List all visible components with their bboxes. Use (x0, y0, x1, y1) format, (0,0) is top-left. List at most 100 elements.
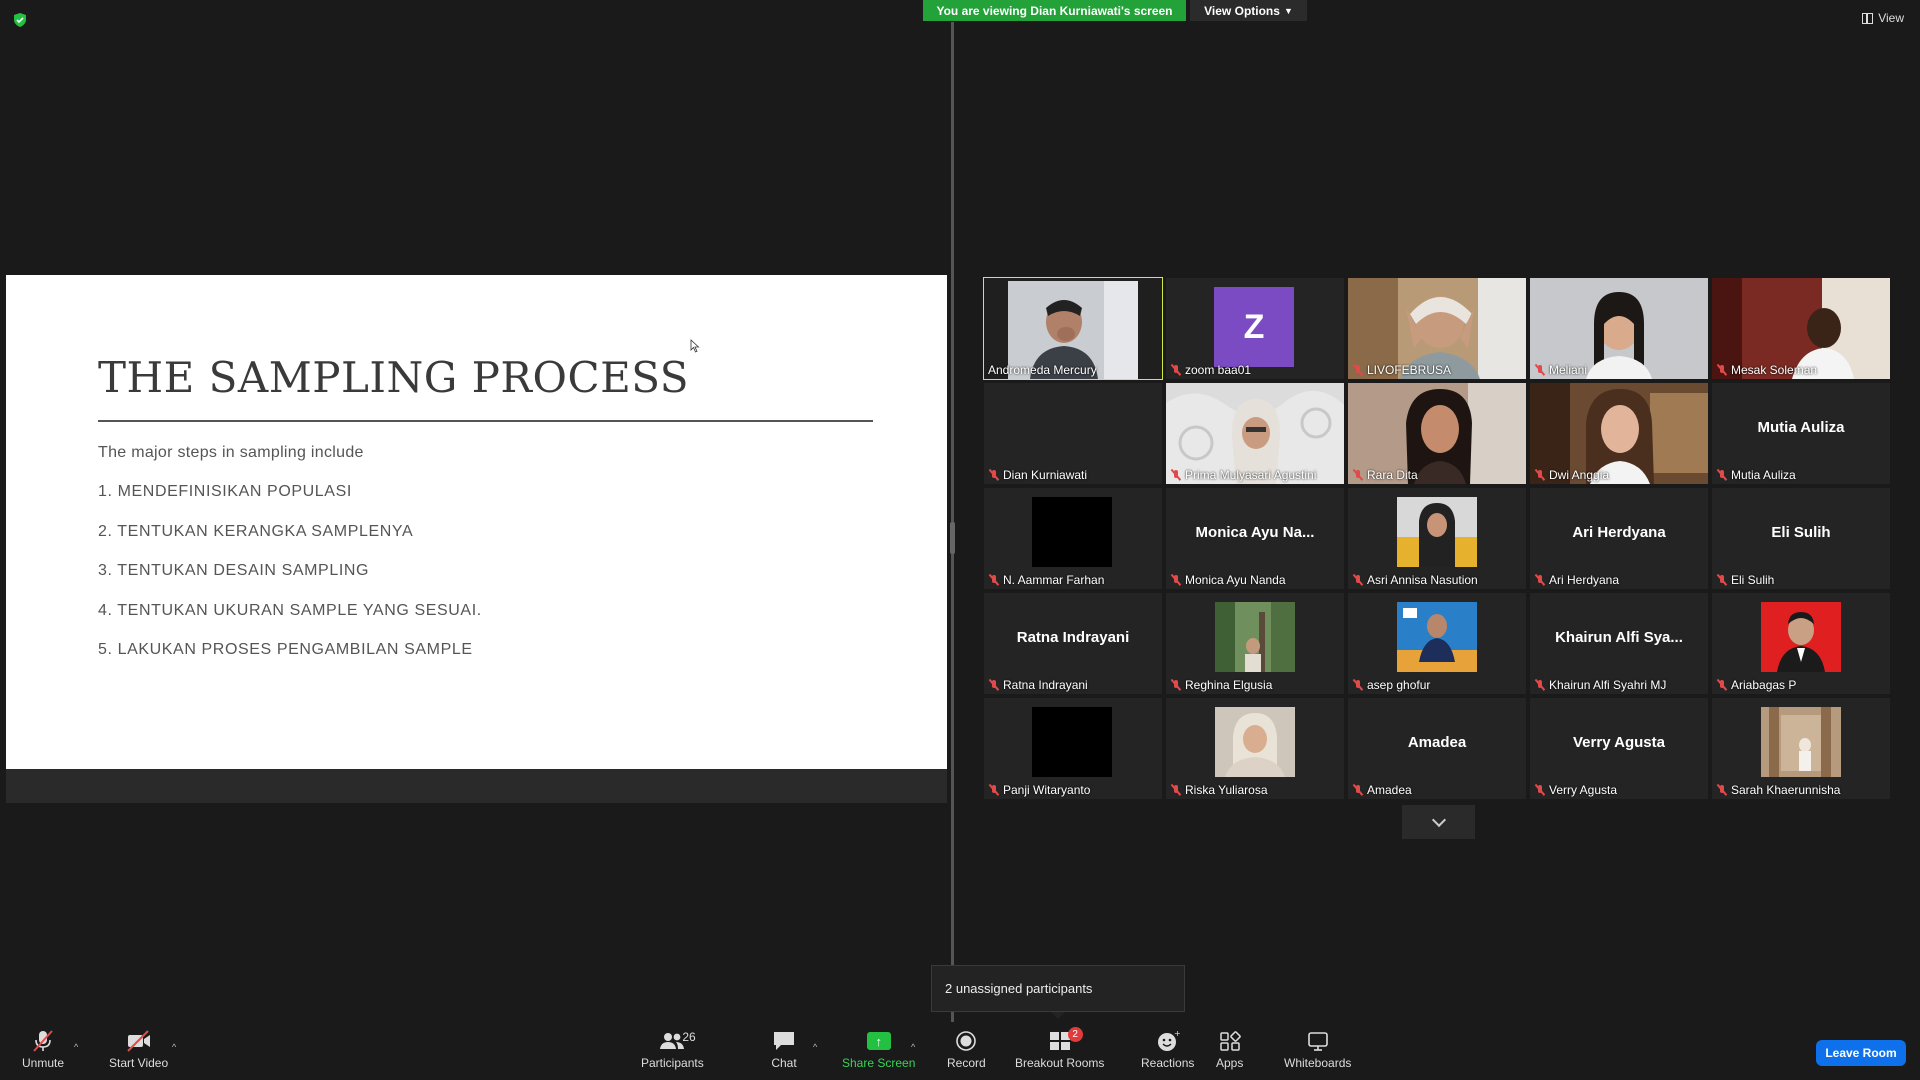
record-button[interactable]: Record (947, 1030, 986, 1070)
smiley-icon: + (1157, 1030, 1180, 1051)
participant-tile[interactable]: Meliani (1530, 278, 1708, 379)
participant-display-name: Mutia Auliza (1757, 419, 1845, 436)
participant-tile[interactable]: Dian Kurniawati (984, 383, 1162, 484)
participant-name: Eli Sulih (1731, 572, 1775, 587)
participant-tile[interactable]: Z zoom baa01 (1166, 278, 1344, 379)
mic-muted-icon (1534, 574, 1546, 586)
participant-name-label: Monica Ayu Nanda (1170, 572, 1286, 587)
participant-name-label: Amadea (1352, 782, 1412, 797)
participant-name-label: N. Aammar Farhan (988, 572, 1104, 587)
mic-muted-icon (1170, 469, 1182, 481)
breakout-rooms-label: Breakout Rooms (1015, 1056, 1105, 1070)
participant-tile[interactable]: Sarah Khaerunnisha (1712, 698, 1890, 799)
participant-gallery: Andromeda Mercury Z zoom baa01 LIVOFEBRU… (983, 277, 1892, 801)
participant-name-label: Reghina Elgusia (1170, 677, 1272, 692)
participants-button[interactable]: 26 Participants (641, 1030, 704, 1070)
participants-icon-wrap: 26 (652, 1030, 696, 1052)
view-options-label: View Options (1204, 3, 1280, 18)
participant-tile[interactable]: Rara Dita (1348, 383, 1526, 484)
participant-name-label: Rara Dita (1352, 467, 1418, 482)
participant-tile[interactable]: N. Aammar Farhan (984, 488, 1162, 589)
participant-tile[interactable]: Riska Yuliarosa (1166, 698, 1344, 799)
audio-options-caret[interactable]: ^ (74, 1042, 78, 1052)
participant-display-name: Amadea (1407, 734, 1467, 751)
participant-tile[interactable]: Monica Ayu Na... Monica Ayu Nanda (1166, 488, 1344, 589)
chat-options-caret[interactable]: ^ (813, 1042, 817, 1052)
participant-tile[interactable]: Ariabagas P (1712, 593, 1890, 694)
participant-tile[interactable]: LIVOFEBRUSA (1348, 278, 1526, 379)
participant-tile[interactable]: Mutia Auliza Mutia Auliza (1712, 383, 1890, 484)
participant-display-name: Verry Agusta (1573, 734, 1665, 751)
participant-tile[interactable]: Khairun Alfi Sya... Khairun Alfi Syahri … (1530, 593, 1708, 694)
unmute-button[interactable]: Unmute (22, 1030, 64, 1070)
participant-tile[interactable]: Prima Mulyasari Agustini (1166, 383, 1344, 484)
mic-muted-icon (1352, 469, 1364, 481)
slide-step: 4. TENTUKAN UKURAN SAMPLE YANG SESUAI. (98, 601, 482, 619)
participant-tile[interactable]: Ari Herdyana Ari Herdyana (1530, 488, 1708, 589)
participant-name: Ariabagas P (1731, 677, 1797, 692)
video-options-caret[interactable]: ^ (172, 1042, 176, 1052)
mic-muted-icon (1716, 784, 1728, 796)
share-arrow-icon: ↑ (866, 1032, 891, 1050)
mic-muted-icon (1352, 784, 1364, 796)
start-video-label: Start Video (109, 1056, 169, 1070)
participant-display-name: Ari Herdyana (1572, 524, 1666, 541)
start-video-button[interactable]: Start Video (109, 1030, 168, 1070)
participant-tile[interactable]: Asri Annisa Nasution (1348, 488, 1526, 589)
participant-name-label: Andromeda Mercury (988, 362, 1097, 377)
mic-muted-icon (1716, 364, 1728, 376)
participant-display-name: Monica Ayu Na... (1195, 524, 1315, 541)
participant-name: Andromeda Mercury (988, 362, 1097, 377)
mic-muted-icon (1534, 784, 1546, 796)
mic-muted-icon (1352, 574, 1364, 586)
participant-name: Monica Ayu Nanda (1185, 572, 1286, 587)
participant-tile[interactable]: Panji Witaryanto (984, 698, 1162, 799)
participant-tile[interactable]: Eli Sulih Eli Sulih (1712, 488, 1890, 589)
participant-tile[interactable]: asep ghofur (1348, 593, 1526, 694)
layout-grid-icon (1862, 12, 1874, 24)
gallery-next-page-button[interactable] (1402, 805, 1475, 839)
participant-display-name: Eli Sulih (1771, 524, 1831, 541)
whiteboards-button[interactable]: Whiteboards (1284, 1030, 1351, 1070)
participant-tile[interactable]: Dwi Anggia (1530, 383, 1708, 484)
shield-icon[interactable] (12, 12, 28, 28)
apps-button[interactable]: Apps (1216, 1030, 1243, 1070)
share-options-caret[interactable]: ^ (911, 1042, 915, 1052)
participant-photo (1397, 497, 1477, 567)
participant-name: Amadea (1367, 782, 1412, 797)
participant-name-label: Prima Mulyasari Agustini (1170, 467, 1316, 482)
leave-room-button[interactable]: Leave Room (1816, 1040, 1906, 1066)
shared-slide: THE SAMPLING PROCESS The major steps in … (6, 275, 947, 769)
participant-tile[interactable]: Mesak Soleman (1712, 278, 1890, 379)
viewing-screen-banner: You are viewing Dian Kurniawati's screen (923, 0, 1186, 21)
mic-muted-icon (1716, 574, 1728, 586)
view-options-button[interactable]: View Options ▼ (1190, 0, 1307, 21)
participants-label: Participants (641, 1056, 704, 1070)
participant-tile[interactable]: Amadea Amadea (1348, 698, 1526, 799)
participant-tile[interactable]: Ratna Indrayani Ratna Indrayani (984, 593, 1162, 694)
breakout-rooms-button[interactable]: 2 Breakout Rooms (1015, 1027, 1105, 1070)
mic-muted-icon (988, 574, 1000, 586)
split-view-drag-handle[interactable] (950, 522, 955, 554)
mic-muted-icon (1716, 679, 1728, 691)
participant-name-label: Sarah Khaerunnisha (1716, 782, 1840, 797)
participant-name: Prima Mulyasari Agustini (1185, 467, 1317, 482)
participant-name-label: Asri Annisa Nasution (1352, 572, 1478, 587)
mic-muted-icon (1170, 679, 1182, 691)
participant-name: Sarah Khaerunnisha (1731, 782, 1841, 797)
participant-tile[interactable]: Andromeda Mercury (983, 277, 1163, 380)
participant-tile[interactable]: Verry Agusta Verry Agusta (1530, 698, 1708, 799)
slide-bottom-strip (6, 769, 947, 803)
chat-label: Chat (771, 1056, 797, 1070)
chat-button[interactable]: Chat (771, 1030, 797, 1070)
participant-tile[interactable]: Reghina Elgusia (1166, 593, 1344, 694)
participant-name: zoom baa01 (1185, 362, 1252, 377)
reactions-button[interactable]: + Reactions (1141, 1030, 1194, 1070)
share-screen-button[interactable]: ↑ Share Screen (842, 1030, 915, 1070)
participant-photo (1215, 707, 1295, 777)
participant-name-label: asep ghofur (1352, 677, 1430, 692)
view-layout-button[interactable]: View (1862, 11, 1904, 25)
unassigned-participants-tooltip: 2 unassigned participants (931, 965, 1185, 1012)
mic-muted-icon (988, 784, 1000, 796)
participant-name: Riska Yuliarosa (1185, 782, 1268, 797)
